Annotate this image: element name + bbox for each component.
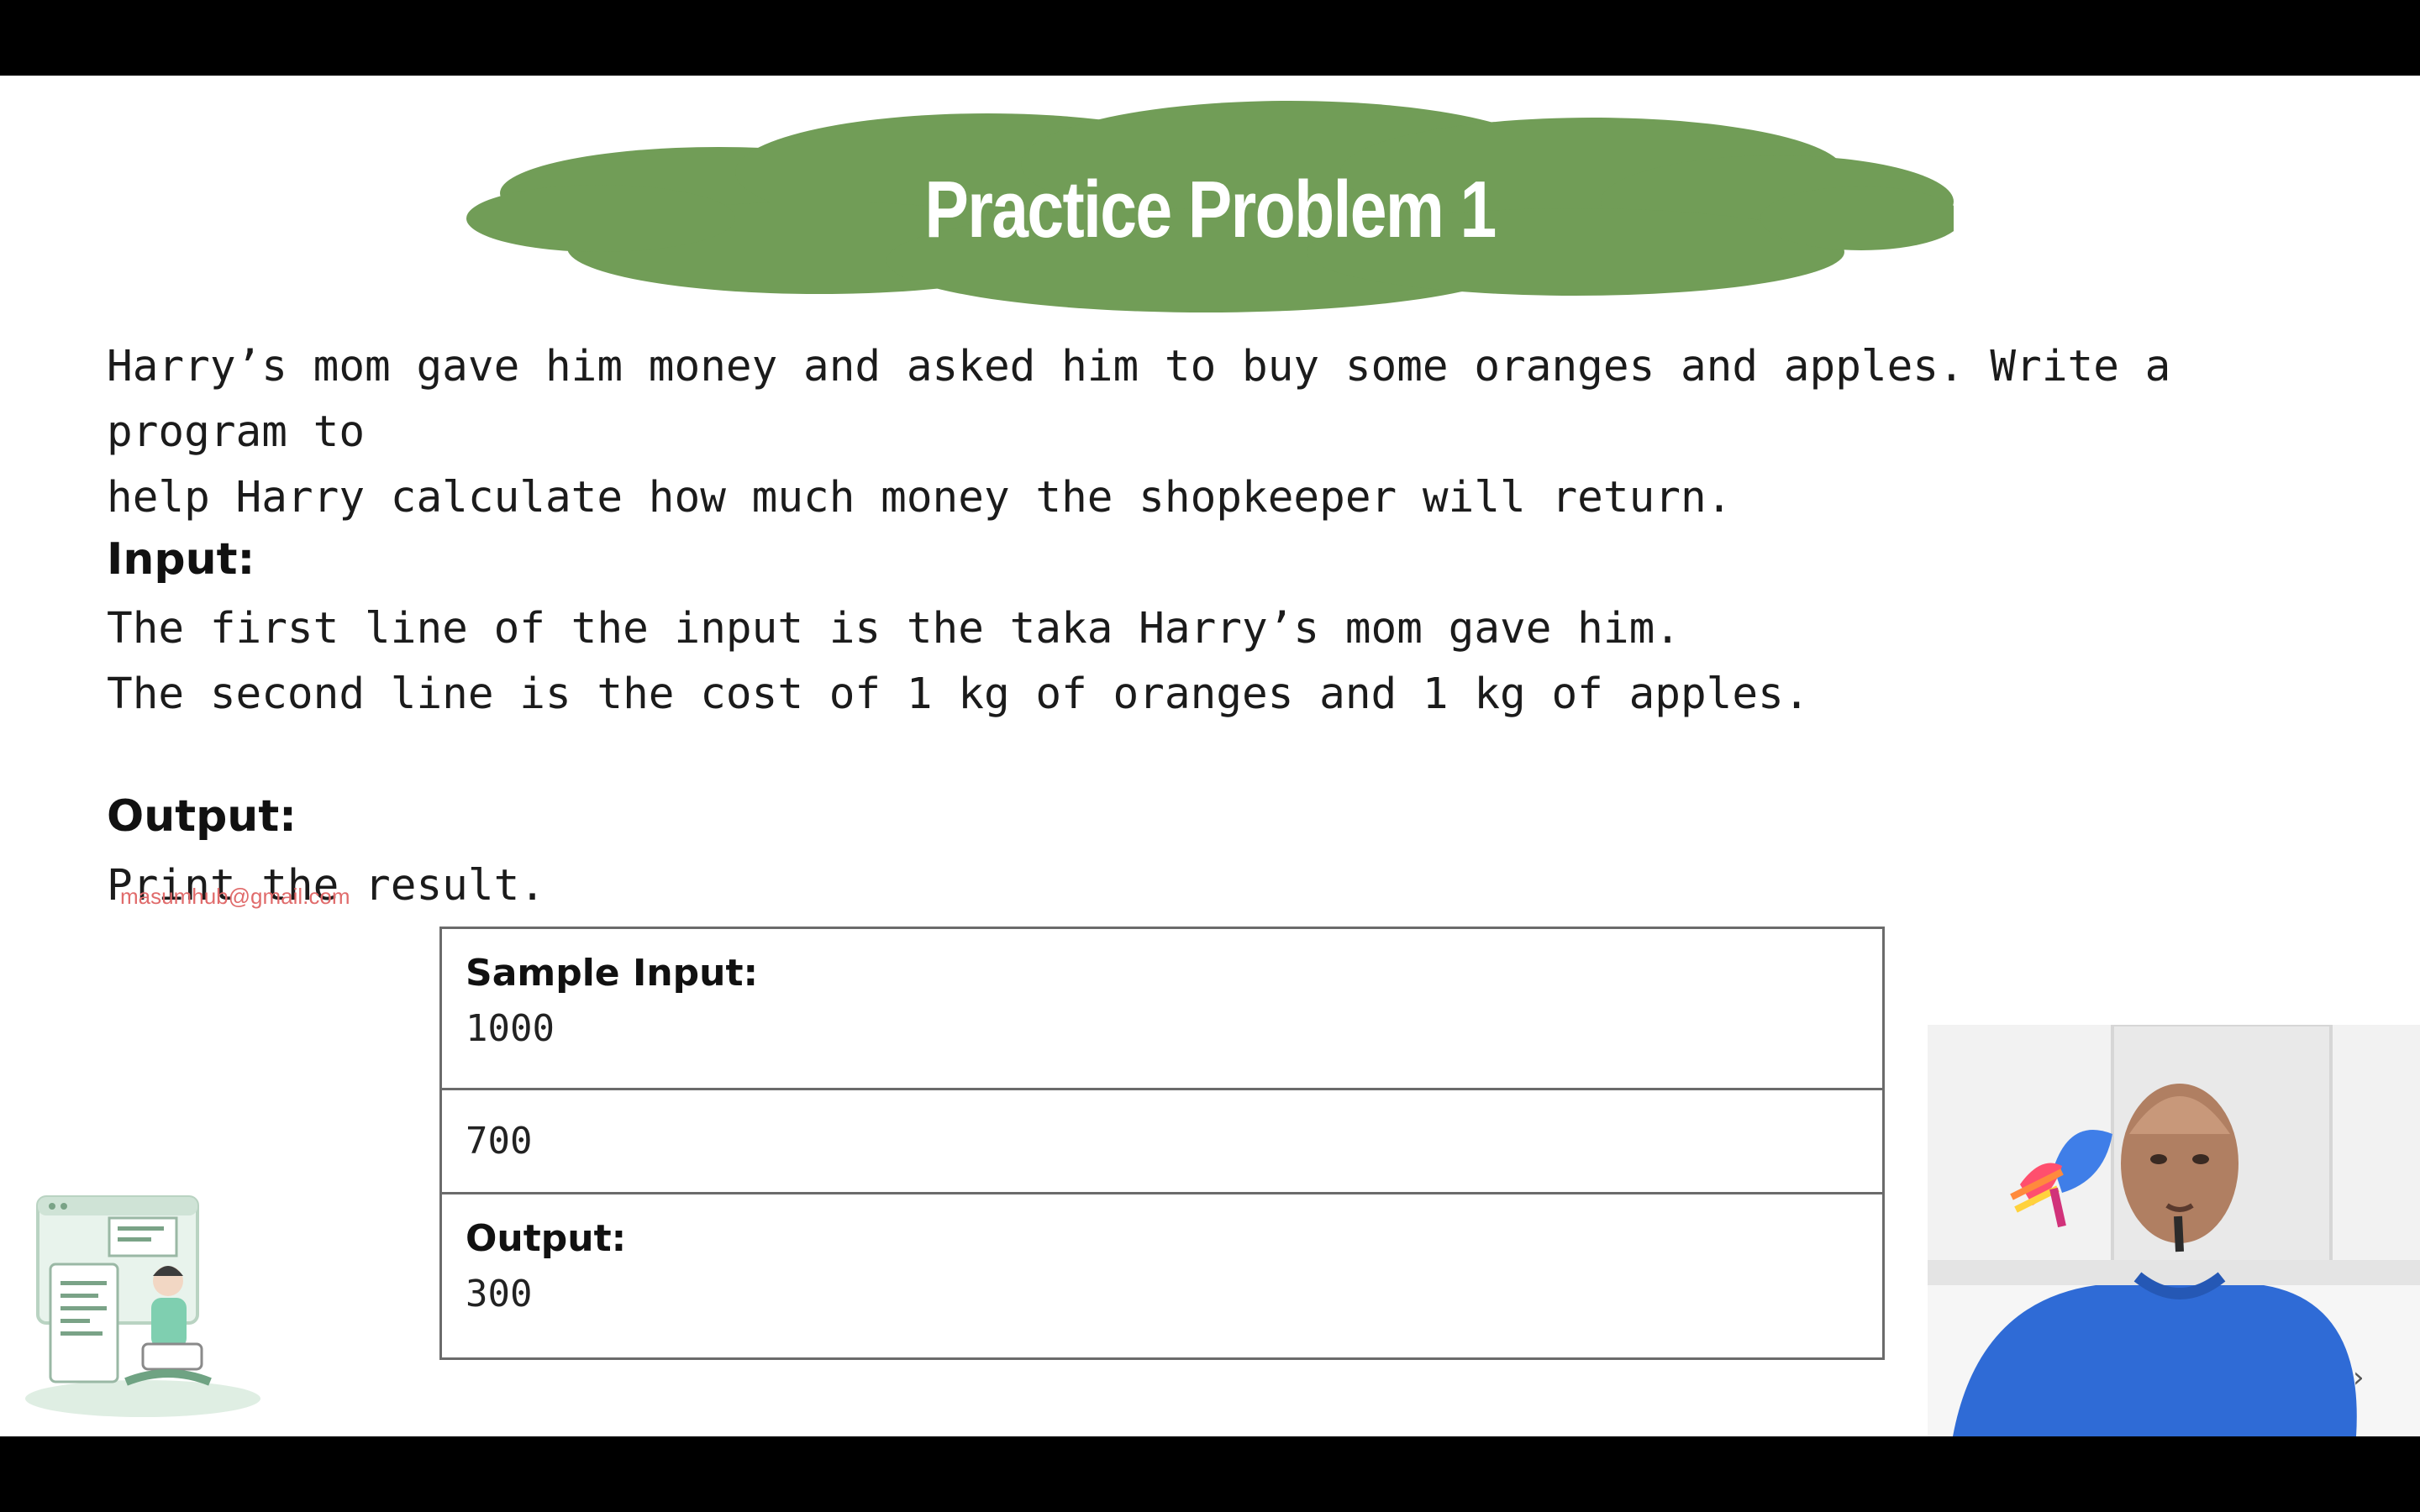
input-heading: Input: (107, 534, 255, 585)
webcam-overlay (1928, 1025, 2420, 1436)
sample-output-value: 300 (466, 1273, 533, 1315)
slide: Practice Problem 1 Harry’s mom gave him … (0, 76, 2420, 1436)
sample-input-value-1: 1000 (466, 1007, 555, 1050)
letterbox-top (0, 0, 2420, 76)
input-line-2: The second line is the cost of 1 kg of o… (107, 669, 1810, 719)
title-cloud: Practice Problem 1 (466, 92, 1954, 328)
problem-statement: Harry’s mom gave him money and asked him… (107, 334, 2342, 531)
input-line-1: The first line of the input is the taka … (107, 604, 1681, 654)
input-description: The first line of the input is the taka … (107, 596, 2342, 727)
developer-illustration (17, 1172, 269, 1424)
problem-statement-line-2: help Harry calculate how much money the … (107, 473, 1733, 522)
letterbox-bottom (0, 1436, 2420, 1512)
sample-output-row: Output: 300 (442, 1194, 1882, 1357)
chevron-right-icon[interactable]: › (2353, 1361, 2365, 1394)
sample-input-row-2: 700 (442, 1090, 1882, 1194)
sample-output-label: Output: (466, 1217, 627, 1260)
output-description: Print the result. (107, 861, 545, 911)
sample-input-row: Sample Input: 1000 (442, 929, 1882, 1090)
problem-statement-line-1: Harry’s mom gave him money and asked him… (107, 342, 2171, 457)
email-watermark: masumhub@gmail.com (120, 884, 350, 909)
sample-input-value-2: 700 (466, 1119, 533, 1163)
sample-table: Sample Input: 1000 700 Output: 300 (439, 927, 1885, 1360)
slide-title: Practice Problem 1 (924, 165, 1497, 255)
output-heading: Output: (107, 791, 297, 842)
video-frame: Practice Problem 1 Harry’s mom gave him … (0, 0, 2420, 1512)
sample-input-label: Sample Input: (466, 952, 759, 995)
